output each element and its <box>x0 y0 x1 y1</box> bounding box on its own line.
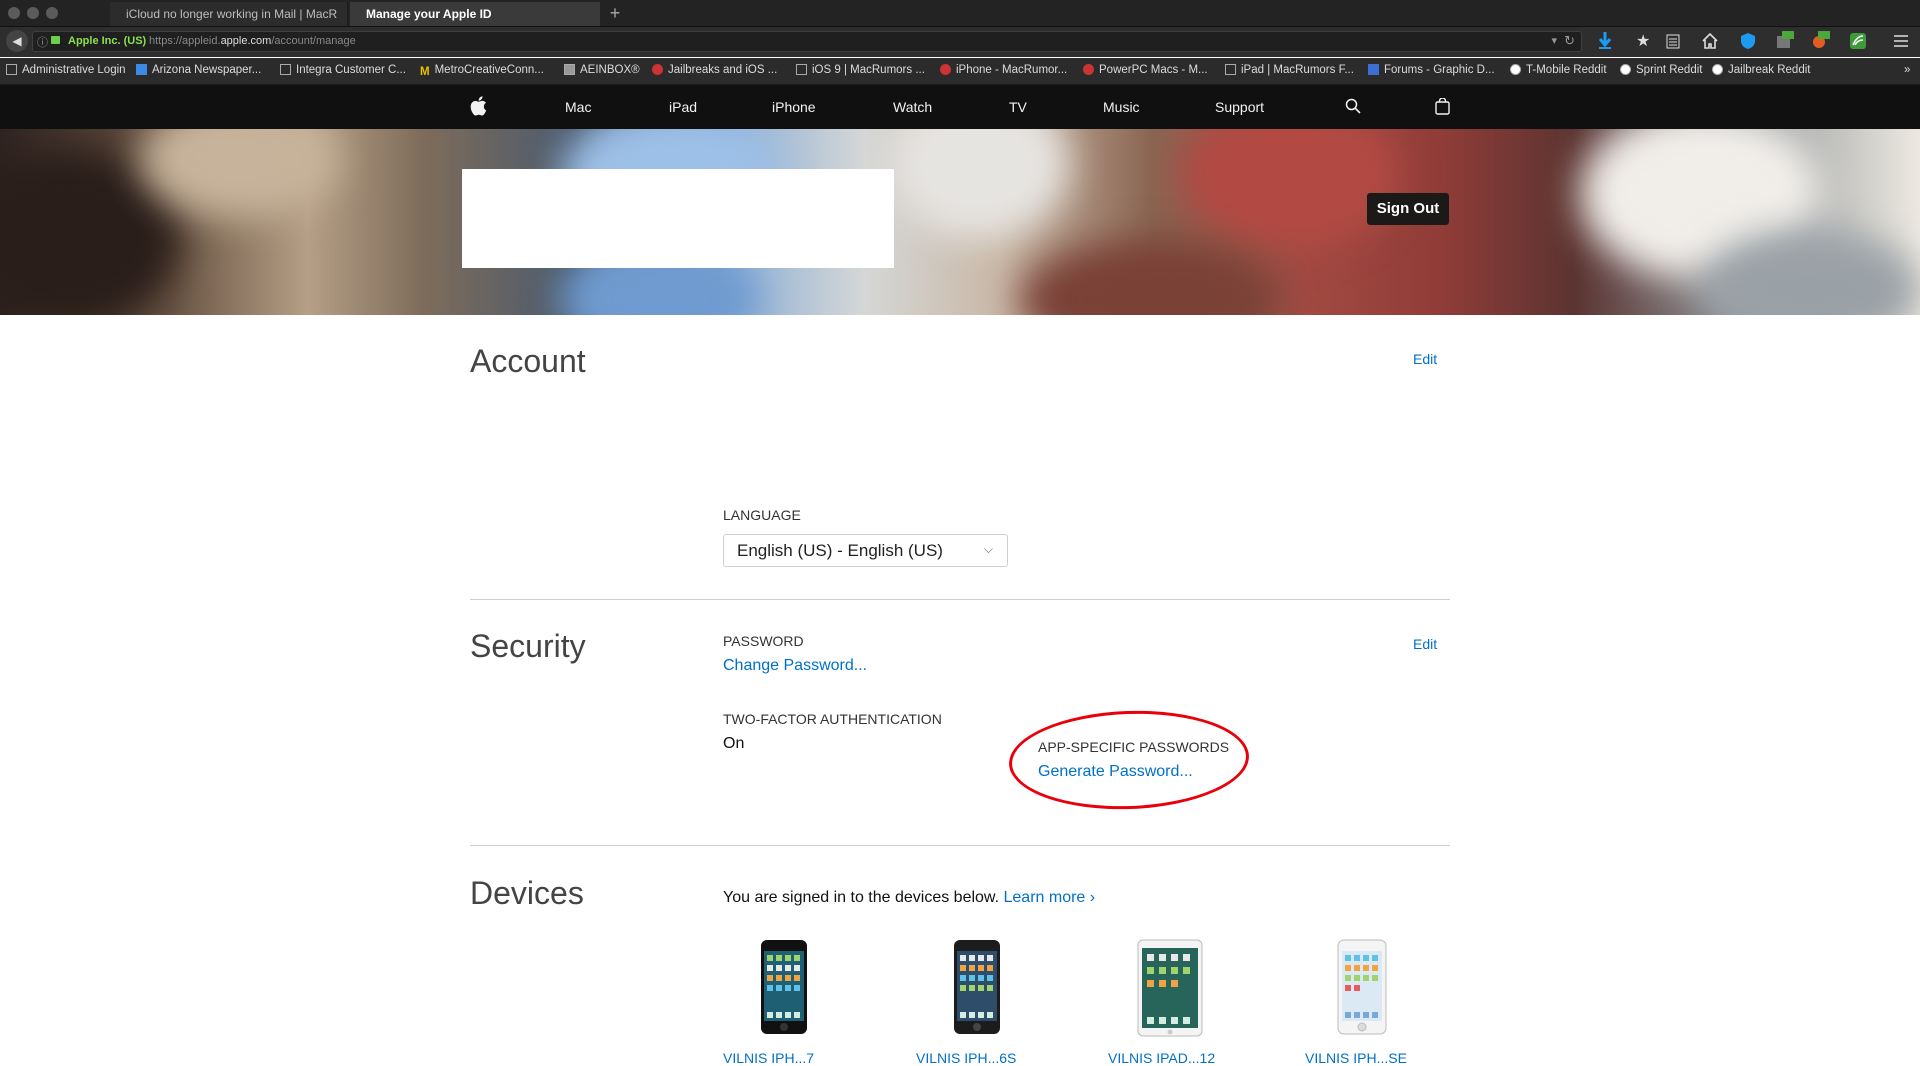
account-hero-banner: Sign Out <box>0 129 1920 315</box>
browser-nav-bar: ◀ ⓘ Apple Inc. (US) https://appleid.appl… <box>0 27 1920 57</box>
learn-more-link[interactable]: Learn more › <box>1004 889 1096 906</box>
reading-list-icon[interactable] <box>1666 34 1680 49</box>
device-label[interactable]: VILNIS IPH...SE <box>1305 1050 1407 1066</box>
nav-watch[interactable]: Watch <box>893 99 932 115</box>
nav-iphone[interactable]: iPhone <box>772 99 816 115</box>
device-ipad-white[interactable] <box>1137 939 1203 1037</box>
url-text: https://appleid.apple.com/account/manage <box>149 35 356 47</box>
extension-icon-1[interactable] <box>1776 31 1794 49</box>
device-label[interactable]: VILNIS IPAD...12 <box>1108 1050 1215 1066</box>
shield-extension-icon[interactable] <box>1741 33 1755 49</box>
url-organization: Apple Inc. (US) <box>68 35 147 47</box>
search-icon[interactable] <box>1345 98 1361 114</box>
bookmark-item[interactable]: PowerPC Macs - M... <box>1083 64 1208 76</box>
section-divider <box>470 599 1450 600</box>
bookmark-item[interactable]: Administrative Login <box>6 64 126 76</box>
security-edit-link[interactable]: Edit <box>1413 636 1437 652</box>
bookmark-item[interactable]: Forums - Graphic D... <box>1368 64 1495 76</box>
apple-logo-icon[interactable] <box>470 96 487 116</box>
change-password-link[interactable]: Change Password... <box>723 657 867 675</box>
nav-ipad[interactable]: iPad <box>669 99 697 115</box>
site-info-icon[interactable]: ⓘ <box>37 34 48 50</box>
account-section-title: Account <box>470 343 586 379</box>
bookmark-item[interactable]: iPhone - MacRumor... <box>940 64 1067 76</box>
devices-intro-text: You are signed in to the devices below. … <box>723 889 1096 906</box>
bookmark-item[interactable]: Arizona Newspaper... <box>136 64 261 76</box>
window-close-button[interactable] <box>8 7 20 19</box>
browser-tab-apple-id[interactable]: Manage your Apple ID <box>350 2 600 26</box>
annotation-circle <box>1007 706 1251 814</box>
download-icon[interactable] <box>1598 32 1612 50</box>
window-minimize-button[interactable] <box>27 7 39 19</box>
browser-tab-bar: iCloud no longer working in Mail | MacR … <box>0 0 1920 27</box>
nav-tv[interactable]: TV <box>1009 99 1027 115</box>
nav-mac[interactable]: Mac <box>565 99 591 115</box>
extension-icon-3[interactable] <box>1850 33 1866 49</box>
device-label[interactable]: VILNIS IPH...6S <box>916 1050 1016 1066</box>
security-section-title: Security <box>470 628 586 664</box>
nav-support[interactable]: Support <box>1215 99 1264 115</box>
bookmarks-overflow-button[interactable]: » <box>1904 64 1910 76</box>
url-bar[interactable]: ⓘ Apple Inc. (US) https://appleid.apple.… <box>32 31 1582 52</box>
new-tab-button[interactable]: + <box>604 2 626 24</box>
bookmark-item[interactable]: iPad | MacRumors F... <box>1225 64 1354 76</box>
device-label[interactable]: VILNIS IPH...7 <box>723 1050 814 1066</box>
device-iphone-white[interactable] <box>1337 939 1387 1035</box>
bookmark-item[interactable]: M MetroCreativeConn... <box>420 64 544 78</box>
menu-icon[interactable] <box>1894 35 1908 47</box>
language-select[interactable]: English (US) - English (US) ⌵ <box>723 534 1008 567</box>
reload-icon[interactable]: ↻ <box>1564 33 1575 49</box>
back-button[interactable]: ◀ <box>6 30 28 52</box>
redacted-name-block <box>462 169 894 268</box>
nav-music[interactable]: Music <box>1103 99 1140 115</box>
lock-icon <box>51 36 60 44</box>
chevron-down-icon: ⌵ <box>983 542 993 556</box>
extension-icon-2[interactable] <box>1812 31 1830 49</box>
home-icon[interactable] <box>1702 33 1718 49</box>
account-edit-link[interactable]: Edit <box>1413 351 1437 367</box>
bookmark-item[interactable]: AEINBOX® <box>564 64 640 76</box>
bookmark-item[interactable]: Jailbreaks and iOS ... <box>652 64 777 76</box>
device-iphone-black[interactable] <box>760 939 808 1035</box>
bag-icon[interactable] <box>1435 98 1450 115</box>
sign-out-button[interactable]: Sign Out <box>1367 193 1449 225</box>
language-label: LANGUAGE <box>723 507 801 523</box>
section-divider <box>470 845 1450 846</box>
url-dropdown-icon[interactable]: ▾ <box>1551 34 1557 47</box>
bookmark-star-icon[interactable]: ★ <box>1636 33 1650 51</box>
bookmarks-bar: Administrative Login Arizona Newspaper..… <box>0 58 1920 85</box>
password-label: PASSWORD <box>723 633 804 649</box>
two-factor-label: TWO-FACTOR AUTHENTICATION <box>723 711 942 727</box>
browser-tab-macrumors[interactable]: iCloud no longer working in Mail | MacR <box>110 2 348 26</box>
apple-global-nav: Mac iPad iPhone Watch TV Music Support <box>0 85 1920 129</box>
two-factor-status: On <box>723 735 745 752</box>
bookmark-item[interactable]: Sprint Reddit <box>1620 64 1702 76</box>
bookmark-item[interactable]: Jailbreak Reddit <box>1712 64 1810 76</box>
window-zoom-button[interactable] <box>46 7 58 19</box>
devices-section-title: Devices <box>470 875 584 911</box>
bookmark-item[interactable]: T-Mobile Reddit <box>1510 64 1607 76</box>
bookmark-item[interactable]: iOS 9 | MacRumors ... <box>796 64 925 76</box>
bookmark-item[interactable]: Integra Customer C... <box>280 64 406 76</box>
device-iphone-space-gray[interactable] <box>953 939 1001 1035</box>
